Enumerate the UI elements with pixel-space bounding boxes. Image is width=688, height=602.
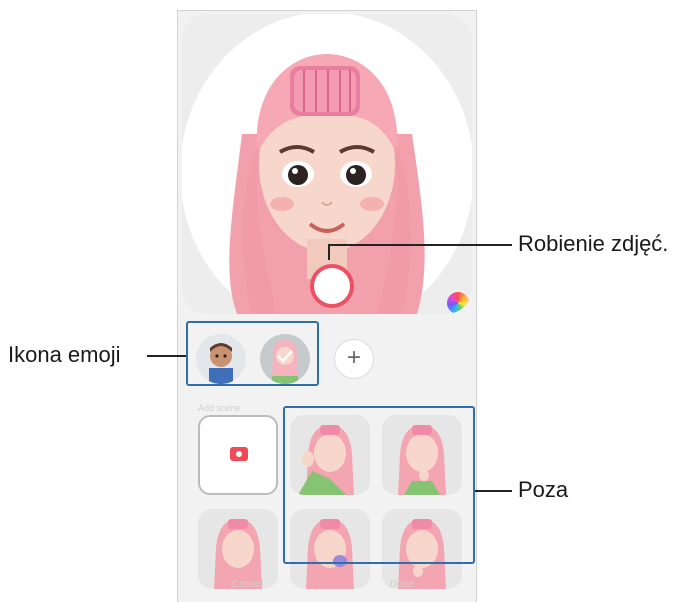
bottom-bar: Cancel Done <box>178 571 476 602</box>
add-emoji-button[interactable]: + <box>334 339 374 379</box>
camera-tile[interactable] <box>198 415 278 495</box>
camera-icon <box>230 447 248 461</box>
done-button[interactable]: Done <box>390 579 414 590</box>
emoji-callout-label: Ikona emoji <box>8 342 121 367</box>
pose-callout-label: Poza <box>518 477 569 502</box>
capture-leader-drop <box>328 244 330 260</box>
pose-leader-line <box>475 490 512 492</box>
pose-callout-box <box>283 406 475 564</box>
emoji-leader-line <box>147 355 186 357</box>
capture-leader-line <box>330 244 512 246</box>
cancel-button[interactable]: Cancel <box>232 579 263 590</box>
color-palette-button[interactable] <box>447 292 469 314</box>
camera-preview <box>182 14 472 314</box>
capture-button[interactable] <box>310 264 354 308</box>
capture-callout-label: Robienie zdjęć. <box>518 231 669 256</box>
emoji-callout-box <box>186 321 319 386</box>
section-label: Add scene <box>198 403 241 413</box>
